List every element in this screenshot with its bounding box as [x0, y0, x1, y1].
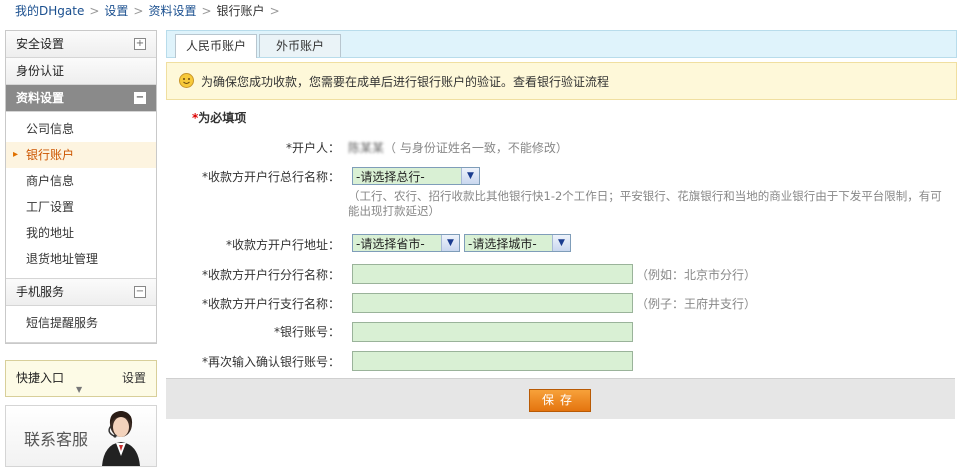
subbranch-input[interactable] — [352, 293, 633, 313]
chevron-down-icon: ▼ — [461, 168, 479, 184]
holder-label: *开户人： — [285, 141, 340, 155]
sidebar-section-label: 身份认证 — [16, 64, 65, 78]
tab-foreign-account[interactable]: 外币账户 — [259, 34, 341, 57]
holder-hint: （ 与身份证姓名一致，不能修改） — [384, 141, 568, 155]
breadcrumb-separator: > — [89, 4, 100, 18]
required-note: *为必填项 — [192, 109, 246, 126]
bank-select-value: -请选择总行- — [356, 170, 425, 184]
breadcrumb-current: 银行账户 — [216, 4, 265, 18]
sidebar-section-label: 资料设置 — [16, 91, 65, 105]
sidebar-item-my-address[interactable]: 我的地址 — [6, 220, 156, 246]
verification-notice: 为确保您成功收款，您需要在成单后进行银行账户的验证。查看银行验证流程 — [166, 62, 957, 100]
smile-icon — [179, 73, 194, 88]
province-select[interactable]: -请选择省市- ▼ — [352, 234, 460, 252]
quick-entry-settings-link[interactable]: 设置 — [122, 369, 146, 386]
notice-text: 为确保您成功收款，您需要在成单后进行银行账户的验证。查看银行验证流程 — [201, 73, 609, 90]
save-button[interactable]: 保存 — [529, 389, 591, 412]
sidebar: 安全设置 + 身份认证 资料设置 − 公司信息 银行账户 商户信息 工厂设置 我… — [5, 30, 157, 344]
sidebar-profile-list: 公司信息 银行账户 商户信息 工厂设置 我的地址 退货地址管理 — [6, 112, 156, 279]
bank-hint: （工行、农行、招行收款比其他银行快1-2个工作日；平安银行、花旗银行和当地的商业… — [348, 189, 942, 218]
breadcrumb-mydhgate[interactable]: 我的DHgate — [15, 4, 84, 18]
required-note-text: 为必填项 — [198, 111, 247, 125]
city-select-value: -请选择城市- — [468, 237, 537, 251]
sidebar-item-bank-account[interactable]: 银行账户 — [6, 142, 156, 168]
sidebar-section-identity[interactable]: 身份认证 — [6, 58, 156, 85]
account-input[interactable] — [352, 322, 633, 342]
branch-hint: （例如：北京市分行） — [636, 268, 757, 282]
breadcrumb-separator: > — [133, 4, 144, 18]
bank-verification-process-link[interactable]: 查看银行验证流程 — [513, 75, 609, 89]
branch-label: *收款方开户行分行名称： — [201, 268, 340, 282]
branch-input[interactable] — [352, 264, 633, 284]
customer-service-label: 联系客服 — [24, 430, 89, 449]
sidebar-item-return-address[interactable]: 退货地址管理 — [6, 246, 156, 272]
notice-message: 为确保您成功收款，您需要在成单后进行银行账户的验证。 — [201, 75, 514, 89]
bank-select[interactable]: -请选择总行- ▼ — [352, 167, 480, 185]
sidebar-item-sms-reminder[interactable]: 短信提醒服务 — [6, 310, 156, 336]
quick-entry-panel: 快捷入口 设置 ▼ — [5, 360, 157, 397]
city-select[interactable]: -请选择城市- ▼ — [464, 234, 571, 252]
collapse-icon[interactable]: − — [134, 92, 146, 104]
chevron-down-icon[interactable]: ▼ — [76, 385, 82, 394]
holder-name: 陈某某 — [348, 141, 385, 155]
province-select-value: -请选择省市- — [356, 237, 425, 251]
expand-icon[interactable]: + — [134, 38, 146, 50]
sidebar-section-profile[interactable]: 资料设置 − — [6, 85, 156, 112]
sidebar-section-label: 安全设置 — [16, 37, 65, 51]
customer-service-banner[interactable]: 联系客服 — [5, 405, 157, 467]
quick-entry-label: 快捷入口 — [16, 371, 65, 385]
collapse-icon[interactable]: − — [134, 286, 146, 298]
sidebar-item-company-info[interactable]: 公司信息 — [6, 116, 156, 142]
chevron-down-icon: ▼ — [552, 235, 570, 251]
holder-value: 陈某某（ 与身份证姓名一致，不能修改） — [348, 139, 568, 156]
sidebar-section-security[interactable]: 安全设置 + — [6, 31, 156, 58]
bank-label: *收款方开户行总行名称： — [201, 170, 340, 184]
sidebar-mobile-list: 短信提醒服务 — [6, 306, 156, 343]
chevron-down-icon: ▼ — [441, 235, 459, 251]
breadcrumb-separator: > — [269, 4, 280, 18]
sidebar-item-factory-settings[interactable]: 工厂设置 — [6, 194, 156, 220]
customer-service-agent-icon — [102, 411, 140, 466]
sidebar-section-mobile[interactable]: 手机服务 − — [6, 279, 156, 306]
address-label: *收款方开户行地址： — [225, 238, 340, 252]
subbranch-hint: （例子：王府井支行） — [636, 297, 757, 311]
tab-rmb-account[interactable]: 人民币账户 — [175, 34, 257, 58]
breadcrumb-separator: > — [201, 4, 212, 18]
sidebar-section-label: 手机服务 — [16, 285, 65, 299]
breadcrumb-profile-settings[interactable]: 资料设置 — [148, 4, 196, 18]
breadcrumb-settings[interactable]: 设置 — [104, 4, 128, 18]
sidebar-item-merchant-info[interactable]: 商户信息 — [6, 168, 156, 194]
account-label: *银行账号： — [273, 325, 340, 339]
breadcrumb: 我的DHgate > 设置 > 资料设置 > 银行账户 > — [15, 3, 285, 19]
account-tabs: 人民币账户 外币账户 — [166, 30, 957, 58]
subbranch-label: *收款方开户行支行名称： — [201, 297, 340, 311]
confirm-account-label: *再次输入确认银行账号： — [201, 355, 340, 369]
confirm-account-input[interactable] — [352, 351, 633, 371]
